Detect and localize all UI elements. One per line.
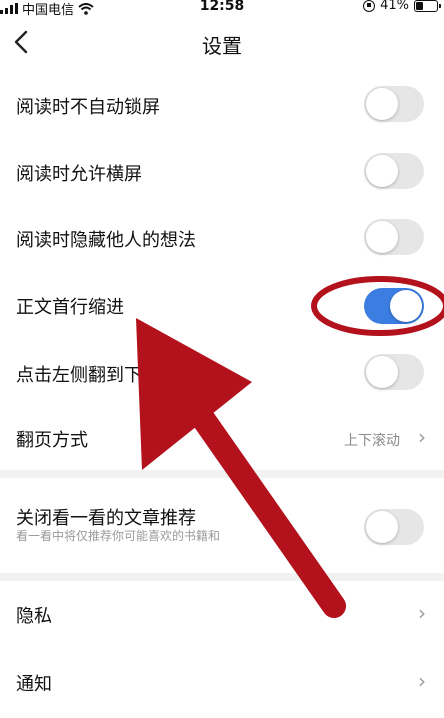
status-right: 41%: [363, 0, 441, 13]
section-divider: [0, 573, 444, 581]
toggle-knob: [366, 88, 398, 120]
setting-row-hide-thoughts[interactable]: 阅读时隐藏他人的想法: [0, 213, 444, 265]
hide-thoughts-toggle[interactable]: [364, 219, 424, 255]
setting-row-no-auto-lock[interactable]: 阅读时不自动锁屏: [0, 80, 444, 132]
status-bar: 中国电信 12:58 41%: [0, 0, 444, 18]
section-divider: [0, 470, 444, 478]
chevron-right-icon: ›: [418, 425, 426, 449]
nav-bar: 设置: [0, 18, 444, 70]
no-auto-lock-toggle[interactable]: [364, 86, 424, 122]
toggle-knob: [366, 221, 398, 253]
tap-left-flip-toggle[interactable]: [364, 354, 424, 390]
toggle-knob: [366, 155, 398, 187]
setting-row-tap-left-flip[interactable]: 点击左侧翻到下一页: [0, 348, 444, 400]
setting-row-close-recommend[interactable]: 关闭看一看的文章推荐 看一看中将仅推荐你可能喜欢的书籍和: [0, 494, 444, 558]
setting-label: 阅读时不自动锁屏: [16, 97, 160, 118]
close-recommend-toggle[interactable]: [364, 509, 424, 545]
battery-fill: [416, 1, 423, 10]
setting-sublabel: 看一看中将仅推荐你可能喜欢的书籍和: [16, 529, 221, 543]
first-line-indent-toggle[interactable]: [364, 288, 424, 324]
setting-label: 通知: [16, 674, 52, 695]
toggle-knob: [366, 511, 398, 543]
setting-label: 阅读时隐藏他人的想法: [16, 230, 196, 251]
setting-label: 点击左侧翻到下一页: [16, 365, 178, 386]
rotation-lock-icon: [363, 0, 376, 12]
battery-percent: 41%: [380, 0, 409, 13]
page-title: 设置: [202, 34, 242, 58]
toggle-knob: [390, 290, 422, 322]
setting-row-allow-landscape[interactable]: 阅读时允许横屏: [0, 147, 444, 199]
setting-row-first-line-indent[interactable]: 正文首行缩进: [0, 280, 444, 332]
setting-label: 阅读时允许横屏: [16, 164, 142, 185]
battery-icon: [414, 0, 441, 12]
setting-row-page-turn-mode[interactable]: 翻页方式 上下滚动 ›: [0, 414, 444, 464]
setting-label: 隐私: [16, 606, 52, 627]
setting-label: 正文首行缩进: [16, 297, 124, 318]
setting-row-notifications[interactable]: 通知 ›: [0, 658, 444, 710]
chevron-right-icon: ›: [418, 601, 426, 625]
chevron-right-icon: ›: [418, 669, 426, 693]
toggle-knob: [366, 356, 398, 388]
page-turn-mode-value: 上下滚动: [344, 433, 400, 449]
allow-landscape-toggle[interactable]: [364, 153, 424, 189]
setting-label: 翻页方式: [16, 430, 88, 451]
setting-row-privacy[interactable]: 隐私 ›: [0, 590, 444, 642]
